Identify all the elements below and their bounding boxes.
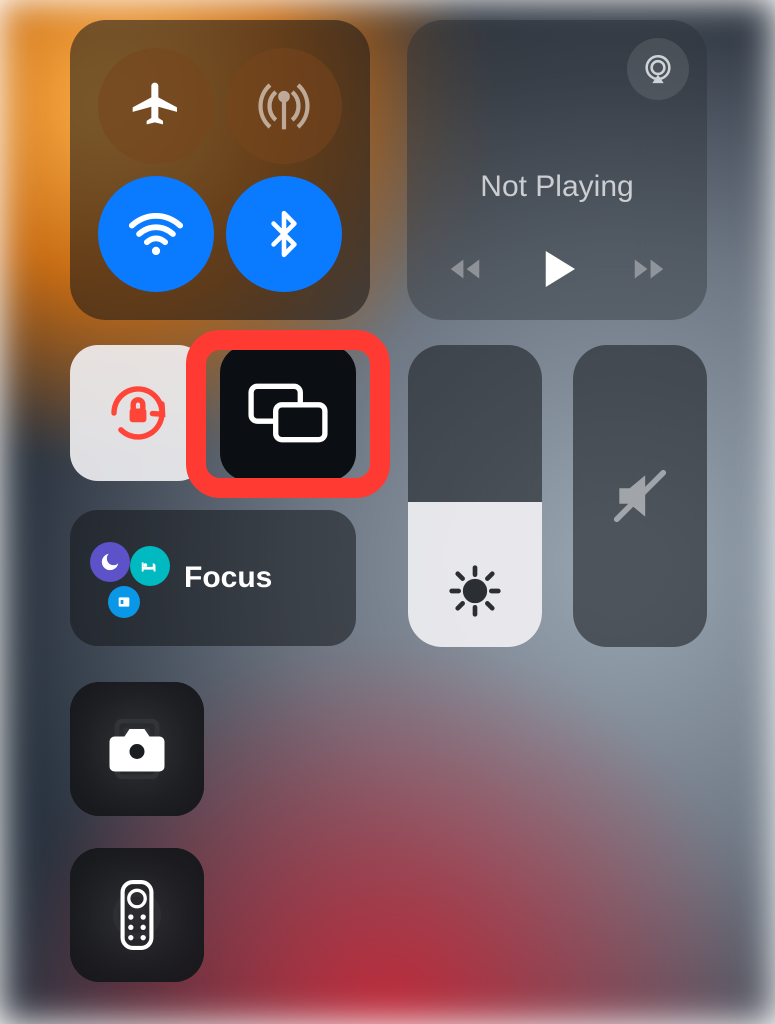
airplane-icon (128, 78, 184, 134)
bluetooth-toggle[interactable] (226, 176, 342, 292)
play-icon (530, 242, 584, 296)
bluetooth-icon (259, 206, 309, 262)
forward-button[interactable] (626, 250, 672, 288)
rewind-icon (442, 250, 488, 288)
cellular-data-toggle[interactable] (226, 48, 342, 164)
play-button[interactable] (530, 242, 584, 296)
wifi-icon (127, 205, 185, 263)
airplay-audio-icon (641, 52, 675, 86)
apple-tv-remote-button[interactable] (70, 848, 204, 982)
bed-icon (139, 555, 161, 577)
media-status-label: Not Playing (407, 170, 707, 204)
rewind-button[interactable] (442, 250, 488, 288)
screen-mirroring-icon (247, 382, 329, 444)
rotation-lock-icon (102, 377, 174, 449)
focus-button[interactable]: Focus (70, 510, 356, 646)
antenna-icon (256, 78, 312, 134)
tv-remote-icon (120, 880, 154, 950)
camera-icon (106, 724, 168, 774)
moon-icon (99, 551, 121, 573)
sun-icon (447, 563, 503, 619)
brightness-slider[interactable] (408, 345, 542, 647)
orientation-lock-toggle[interactable] (70, 345, 206, 481)
volume-slider[interactable] (573, 345, 707, 647)
wifi-toggle[interactable] (98, 176, 214, 292)
airplay-audio-button[interactable] (627, 38, 689, 100)
screen-mirroring-button[interactable] (220, 345, 356, 481)
focus-icon-cluster (92, 542, 164, 614)
forward-icon (626, 250, 672, 288)
id-icon (116, 594, 132, 610)
focus-label: Focus (184, 561, 272, 595)
now-playing-module[interactable]: Not Playing (407, 20, 707, 320)
speaker-mute-icon (609, 465, 671, 527)
camera-button[interactable] (70, 682, 204, 816)
airplane-mode-toggle[interactable] (98, 48, 214, 164)
connectivity-group[interactable] (70, 20, 370, 320)
